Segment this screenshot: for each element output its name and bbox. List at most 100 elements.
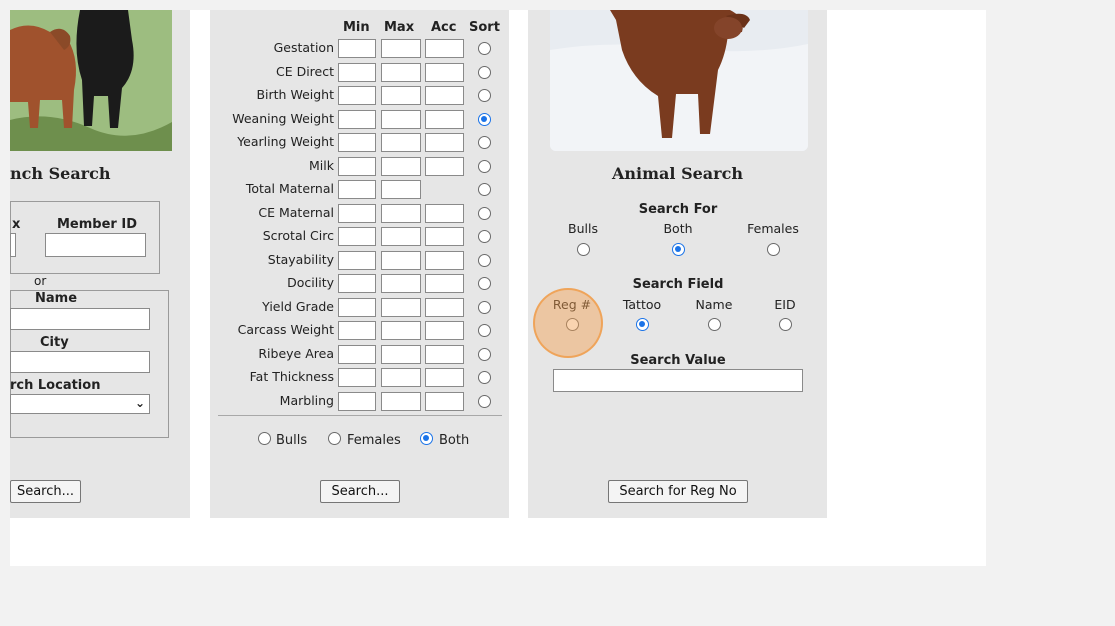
sort-radio[interactable] <box>478 183 491 196</box>
min-input[interactable] <box>338 274 376 293</box>
location-select[interactable]: ⌄ <box>10 394 150 414</box>
search-value-input[interactable] <box>553 369 803 392</box>
max-input[interactable] <box>381 203 421 223</box>
max-input[interactable] <box>381 250 421 270</box>
trait-label: Stayability <box>267 251 334 267</box>
min-input[interactable] <box>338 297 376 317</box>
sort-radio[interactable] <box>478 89 491 102</box>
for-both-radio[interactable] <box>672 243 685 256</box>
trait-row: Weaning Weight <box>210 108 509 131</box>
field-name-radio[interactable] <box>708 318 721 331</box>
acc-input[interactable] <box>425 133 464 152</box>
acc-input[interactable] <box>425 109 464 129</box>
trait-label: Birth Weight <box>256 87 334 102</box>
min-input[interactable] <box>338 344 376 364</box>
min-input[interactable] <box>338 391 376 411</box>
trait-label: Milk <box>309 157 334 173</box>
name-input[interactable] <box>10 308 150 330</box>
max-input[interactable] <box>381 391 421 411</box>
acc-input[interactable] <box>425 321 464 340</box>
trait-row: Docility <box>210 272 509 295</box>
ranch-search-button[interactable]: Search... <box>10 480 81 503</box>
acc-input[interactable] <box>425 344 464 364</box>
max-input[interactable] <box>381 39 421 58</box>
min-input[interactable] <box>338 321 376 340</box>
city-label: City <box>40 335 69 350</box>
gender-bulls-label: Bulls <box>276 433 308 448</box>
max-input[interactable] <box>381 321 421 340</box>
sort-radio[interactable] <box>478 65 491 79</box>
acc-input[interactable] <box>425 250 464 270</box>
max-input[interactable] <box>381 133 421 152</box>
sort-radio[interactable] <box>478 136 491 149</box>
sort-radio[interactable] <box>478 277 491 290</box>
max-header: Max <box>384 20 415 35</box>
trait-label: Ribeye Area <box>258 345 334 361</box>
max-input[interactable] <box>381 368 421 387</box>
acc-input[interactable] <box>425 39 464 58</box>
max-input[interactable] <box>381 227 421 246</box>
chevron-down-icon: ⌄ <box>134 396 145 410</box>
click-highlight <box>533 288 603 358</box>
acc-input[interactable] <box>425 203 464 223</box>
max-input[interactable] <box>381 344 421 364</box>
search-for-label: Search For <box>638 202 718 217</box>
min-input[interactable] <box>338 180 376 199</box>
acc-input[interactable] <box>425 227 464 246</box>
min-input[interactable] <box>338 109 376 129</box>
city-input[interactable] <box>10 351 150 373</box>
sort-radio[interactable] <box>478 394 491 408</box>
field-tattoo-radio[interactable] <box>636 318 649 331</box>
gender-bulls-radio[interactable] <box>258 432 271 445</box>
sort-radio[interactable] <box>478 206 491 220</box>
acc-input[interactable] <box>425 297 464 317</box>
epd-search-button[interactable]: Search... <box>320 480 400 503</box>
min-input[interactable] <box>338 250 376 270</box>
min-input[interactable] <box>338 133 376 152</box>
acc-input[interactable] <box>425 368 464 387</box>
sort-radio[interactable] <box>478 371 491 384</box>
sort-radio[interactable] <box>478 300 491 314</box>
partial-input[interactable] <box>10 233 16 257</box>
min-input[interactable] <box>338 39 376 58</box>
max-input[interactable] <box>381 180 421 199</box>
max-input[interactable] <box>381 62 421 82</box>
trait-row: Marbling <box>210 390 509 413</box>
for-bulls-radio[interactable] <box>577 243 590 256</box>
sort-radio[interactable] <box>478 253 491 267</box>
min-input[interactable] <box>338 62 376 82</box>
sort-radio[interactable] <box>478 112 491 126</box>
max-input[interactable] <box>381 297 421 317</box>
field-name-label: Name <box>695 297 733 312</box>
acc-input[interactable] <box>425 62 464 82</box>
for-females-radio[interactable] <box>767 243 780 256</box>
ranch-search-panel: nch Search x Member ID or Name City rch … <box>10 10 190 518</box>
sort-radio[interactable] <box>478 159 491 173</box>
field-eid-radio[interactable] <box>779 318 792 331</box>
sort-radio[interactable] <box>478 324 491 337</box>
acc-input[interactable] <box>425 391 464 411</box>
acc-input[interactable] <box>425 156 464 176</box>
min-input[interactable] <box>338 86 376 105</box>
gender-females-radio[interactable] <box>328 432 341 445</box>
for-bulls-label: Bulls <box>568 221 598 236</box>
min-input[interactable] <box>338 227 376 246</box>
min-input[interactable] <box>338 203 376 223</box>
trait-row: Stayability <box>210 249 509 272</box>
member-id-input[interactable] <box>45 233 146 257</box>
acc-input[interactable] <box>425 86 464 105</box>
sort-radio[interactable] <box>478 347 491 361</box>
min-input[interactable] <box>338 156 376 176</box>
trait-label: Fat Thickness <box>249 369 334 384</box>
max-input[interactable] <box>381 86 421 105</box>
max-input[interactable] <box>381 156 421 176</box>
or-label: or <box>34 274 47 288</box>
sort-radio[interactable] <box>478 230 491 243</box>
gender-both-radio[interactable] <box>420 432 433 445</box>
search-reg-no-button[interactable]: Search for Reg No <box>608 480 748 503</box>
acc-input[interactable] <box>425 274 464 293</box>
max-input[interactable] <box>381 109 421 129</box>
min-input[interactable] <box>338 368 376 387</box>
max-input[interactable] <box>381 274 421 293</box>
sort-radio[interactable] <box>478 42 491 55</box>
